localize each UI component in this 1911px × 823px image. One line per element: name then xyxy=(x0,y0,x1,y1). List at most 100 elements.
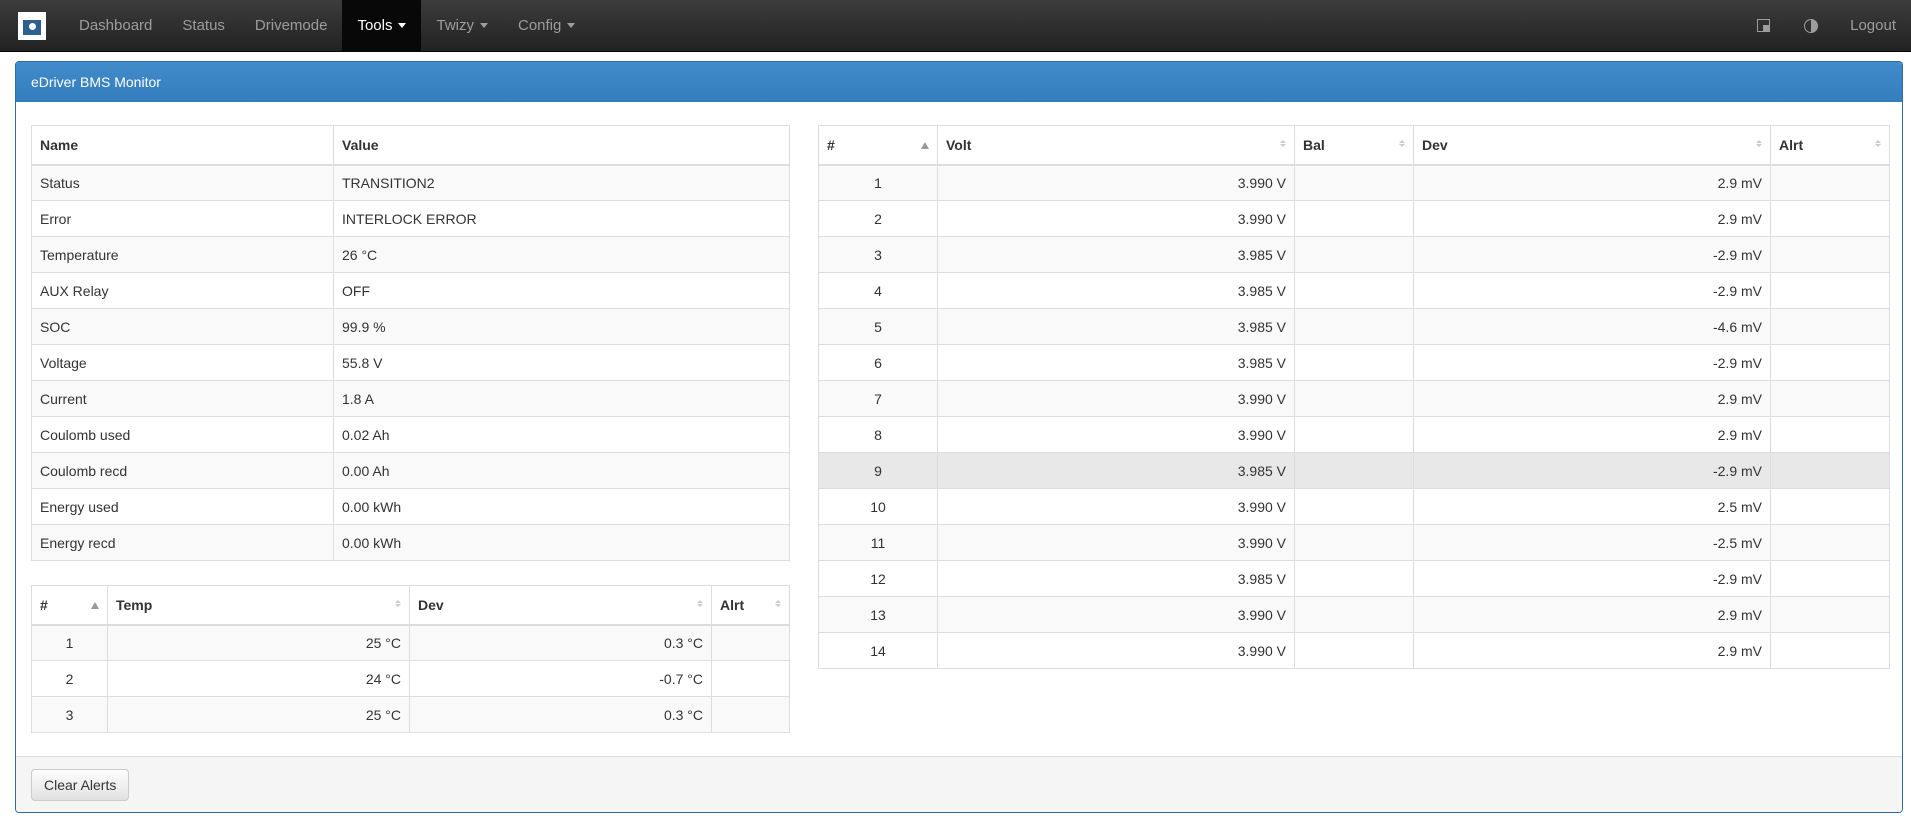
column-header-alrt[interactable]: Alrt xyxy=(711,585,790,626)
info-row: SOC 99.9 % xyxy=(31,308,790,345)
nav-status[interactable]: Status xyxy=(167,0,240,51)
nav-tools[interactable]: Tools xyxy=(342,0,422,51)
table-cell: Energy recd xyxy=(31,524,334,561)
table-cell xyxy=(711,660,790,697)
table-cell: 26 °C xyxy=(333,236,790,273)
column-header-number[interactable]: # xyxy=(31,585,108,626)
navbar: Dashboard Status Drivemode Tools Twizy C… xyxy=(0,0,1911,52)
window-icon xyxy=(1756,19,1770,32)
table-cell: 10 xyxy=(818,488,938,525)
table-cell: -2.9 mV xyxy=(1413,236,1771,273)
table-cell: Temperature xyxy=(31,236,334,273)
cell-row: 3 3.985 V -2.9 mV xyxy=(818,236,1890,273)
table-cell: SOC xyxy=(31,308,334,345)
temp-row: 2 24 °C -0.7 °C xyxy=(31,660,790,697)
table-cell: 0.00 kWh xyxy=(333,524,790,561)
table-cell: 7 xyxy=(818,380,938,417)
nav-twizy[interactable]: Twizy xyxy=(421,0,503,51)
table-cell xyxy=(1770,164,1890,201)
column-header-alrt[interactable]: Alrt xyxy=(1770,125,1890,166)
table-cell: 6 xyxy=(818,344,938,381)
table-cell: Voltage xyxy=(31,344,334,381)
table-cell xyxy=(1770,632,1890,669)
table-cell: 0.3 °C xyxy=(409,696,712,733)
column-header-bal[interactable]: Bal xyxy=(1294,125,1414,166)
nav-dashboard[interactable]: Dashboard xyxy=(64,0,167,51)
column-header-dev[interactable]: Dev xyxy=(1413,125,1771,166)
panel-footer: Clear Alerts xyxy=(16,756,1902,812)
table-cell: -2.5 mV xyxy=(1413,524,1771,561)
column-header-volt[interactable]: Volt xyxy=(937,125,1295,166)
table-cell: 9 xyxy=(818,452,938,489)
panel-title: eDriver BMS Monitor xyxy=(16,62,1902,102)
nav-drivemode[interactable]: Drivemode xyxy=(240,0,343,51)
theme-toggle-button[interactable] xyxy=(1787,0,1835,51)
table-cell: 2.5 mV xyxy=(1413,488,1771,525)
table-cell: 2.9 mV xyxy=(1413,632,1771,669)
brand-logo[interactable] xyxy=(0,0,64,51)
column-header-number[interactable]: # xyxy=(818,125,938,166)
table-cell xyxy=(1294,200,1414,237)
table-cell: INTERLOCK ERROR xyxy=(333,200,790,237)
table-cell: 3.990 V xyxy=(937,488,1295,525)
table-cell: 99.9 % xyxy=(333,308,790,345)
table-cell: OFF xyxy=(333,272,790,309)
sort-icon xyxy=(1280,140,1286,147)
cell-row: 1 3.990 V 2.9 mV xyxy=(818,164,1890,201)
table-cell: AUX Relay xyxy=(31,272,334,309)
table-cell: 3 xyxy=(818,236,938,273)
table-cell xyxy=(1770,560,1890,597)
nav-config[interactable]: Config xyxy=(503,0,590,51)
sort-icon xyxy=(775,600,781,607)
table-cell: 0.00 Ah xyxy=(333,452,790,489)
table-cell: 3.990 V xyxy=(937,416,1295,453)
table-cell: 55.8 V xyxy=(333,344,790,381)
window-toggle-button[interactable] xyxy=(1739,0,1787,51)
info-row: Error INTERLOCK ERROR xyxy=(31,200,790,237)
temp-row: 3 25 °C 0.3 °C xyxy=(31,696,790,733)
table-cell: Coulomb recd xyxy=(31,452,334,489)
column-header-dev[interactable]: Dev xyxy=(409,585,712,626)
info-row: Voltage 55.8 V xyxy=(31,344,790,381)
main-nav: Dashboard Status Drivemode Tools Twizy C… xyxy=(64,0,590,51)
table-cell xyxy=(1770,308,1890,345)
column-header-temp[interactable]: Temp xyxy=(107,585,410,626)
sort-icon xyxy=(1875,140,1881,147)
bms-info-table: Name Value Status TRANSITION2 Error INTERLO… xyxy=(31,125,790,561)
table-cell xyxy=(1294,488,1414,525)
table-cell: 3.985 V xyxy=(937,344,1295,381)
table-cell xyxy=(1294,164,1414,201)
table-cell xyxy=(1770,452,1890,489)
table-cell: 5 xyxy=(818,308,938,345)
cell-row: 8 3.990 V 2.9 mV xyxy=(818,416,1890,453)
table-cell: 3.985 V xyxy=(937,308,1295,345)
cell-row: 11 3.990 V -2.5 mV xyxy=(818,524,1890,561)
sort-icon xyxy=(395,600,401,607)
caret-down-icon xyxy=(479,23,488,28)
table-cell: 8 xyxy=(818,416,938,453)
table-cell: Coulomb used xyxy=(31,416,334,453)
table-cell: -2.9 mV xyxy=(1413,344,1771,381)
table-cell: 13 xyxy=(818,596,938,633)
table-cell xyxy=(1770,200,1890,237)
table-cell: 3.990 V xyxy=(937,596,1295,633)
table-cell xyxy=(1294,596,1414,633)
table-cell: 0.00 kWh xyxy=(333,488,790,525)
column-header-value: Value xyxy=(333,125,790,166)
table-cell xyxy=(1294,560,1414,597)
table-cell: 0.02 Ah xyxy=(333,416,790,453)
sort-asc-icon xyxy=(921,142,929,149)
table-cell: -4.6 mV xyxy=(1413,308,1771,345)
contrast-icon xyxy=(1804,18,1819,33)
clear-alerts-button[interactable]: Clear Alerts xyxy=(31,768,130,801)
table-cell xyxy=(1770,344,1890,381)
logout-link[interactable]: Logout xyxy=(1835,0,1911,51)
table-cell xyxy=(1770,236,1890,273)
table-cell: 4 xyxy=(818,272,938,309)
sort-asc-icon xyxy=(91,602,99,609)
column-header-name: Name xyxy=(31,125,334,166)
cell-row: 6 3.985 V -2.9 mV xyxy=(818,344,1890,381)
table-cell: 3 xyxy=(31,696,108,733)
sort-icon xyxy=(1399,140,1405,147)
table-cell: 1 xyxy=(31,624,108,661)
